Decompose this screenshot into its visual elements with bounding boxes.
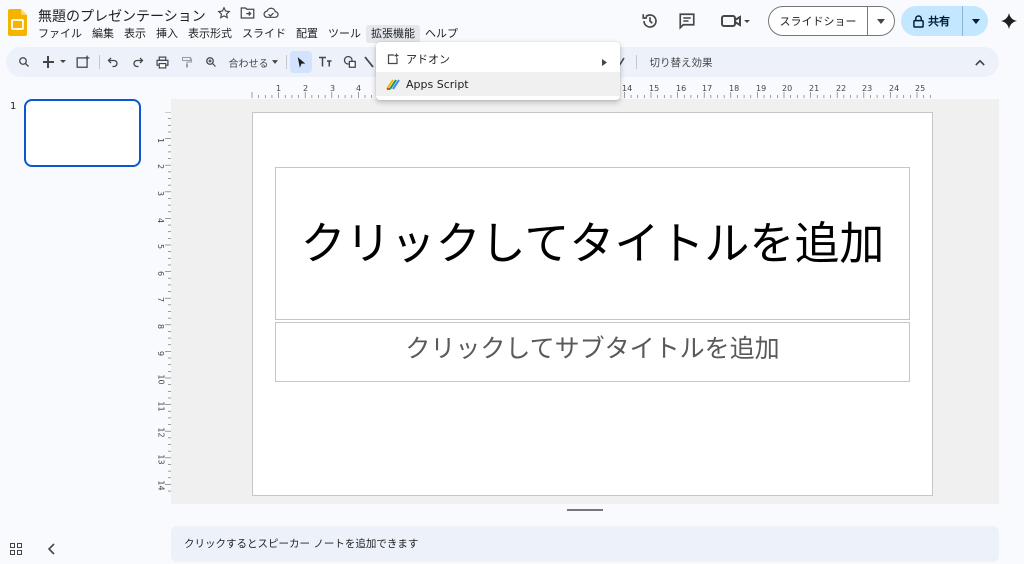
ruler-label: 8 [156, 323, 166, 330]
share-options-icon[interactable] [962, 6, 988, 36]
ruler-label: 11 [156, 401, 166, 412]
search-menus-icon[interactable] [16, 53, 32, 71]
ruler-label: 17 [702, 84, 713, 93]
move-to-folder-icon[interactable] [239, 6, 255, 22]
title-placeholder-text: クリックしてタイトルを追加 [300, 216, 885, 270]
line-tool-icon[interactable] [364, 53, 374, 71]
add-on-icon [387, 53, 399, 65]
menu-slide[interactable]: スライド [237, 25, 291, 43]
ruler-label: 2 [156, 163, 166, 170]
ruler-label: 10 [156, 374, 166, 385]
vertical-ruler-labels: 1 2 3 4 5 6 7 8 9 10 11 12 13 14 [156, 112, 170, 496]
new-slide-layout-icon[interactable] [74, 53, 92, 71]
transition-button[interactable]: 切り替え効果 [646, 53, 716, 71]
title-placeholder-box[interactable]: クリックしてタイトルを追加 [275, 167, 910, 320]
zoom-icon[interactable] [203, 53, 219, 71]
version-history-icon[interactable] [637, 8, 663, 34]
ruler-label: 1 [156, 137, 166, 144]
transition-label: 切り替え効果 [649, 56, 713, 69]
ruler-label: 9 [156, 350, 166, 357]
menu-bar: ファイル 編集 表示 挿入 表示形式 スライド 配置 ツール 拡張機能 ヘルプ [33, 25, 463, 43]
zoom-fit-dropdown[interactable]: 合わせる [226, 53, 280, 71]
ruler-label: 3 [156, 190, 166, 197]
speaker-notes-placeholder: クリックするとスピーカー ノートを追加できます [184, 538, 419, 550]
undo-icon[interactable] [105, 53, 121, 71]
ruler-label: 19 [756, 84, 767, 93]
subtitle-placeholder-text: クリックしてサブタイトルを追加 [405, 334, 780, 363]
ruler-label: 3 [330, 84, 336, 93]
slideshow-button[interactable]: スライドショー [768, 6, 895, 36]
ruler-label: 20 [782, 84, 793, 93]
ruler-label: 18 [729, 84, 740, 93]
print-icon[interactable] [154, 53, 170, 71]
gemini-icon[interactable] [996, 8, 1022, 34]
extensions-dropdown: アドオン Apps Script [376, 42, 620, 100]
addon-label: アドオン [406, 53, 450, 66]
collapse-filmstrip-icon[interactable] [47, 540, 64, 556]
menu-insert[interactable]: 挿入 [151, 25, 183, 43]
ruler-label: 15 [649, 84, 660, 93]
share-button[interactable]: 共有 [901, 6, 988, 36]
menu-edit[interactable]: 編集 [87, 25, 119, 43]
slideshow-options-icon[interactable] [867, 7, 894, 35]
ruler-label: 2 [303, 84, 309, 93]
menu-file[interactable]: ファイル [33, 25, 87, 43]
meet-call-button[interactable] [716, 8, 754, 34]
menu-format[interactable]: 表示形式 [183, 25, 237, 43]
collapse-toolbar-icon[interactable] [972, 53, 988, 71]
share-label: 共有 [928, 15, 950, 28]
ruler-label: 22 [836, 84, 847, 93]
ruler-label: 4 [356, 84, 362, 93]
cloud-status-icon[interactable] [263, 6, 279, 22]
text-box-icon[interactable] [316, 53, 334, 71]
speaker-notes-box[interactable]: クリックするとスピーカー ノートを追加できます [171, 526, 999, 562]
zoom-fit-label: 合わせる [228, 58, 269, 70]
ruler-label: 7 [156, 296, 166, 303]
ruler-label: 23 [862, 84, 873, 93]
submenu-arrow-icon [602, 56, 607, 69]
insert-image-shape-icon[interactable] [341, 53, 359, 71]
addon-menu-item[interactable]: アドオン [376, 47, 620, 71]
ruler-label: 5 [156, 243, 166, 250]
apps-script-label: Apps Script [406, 77, 469, 91]
new-slide-button[interactable] [42, 53, 68, 71]
apps-script-icon [386, 78, 400, 90]
redo-icon[interactable] [130, 53, 146, 71]
slides-logo-icon[interactable] [8, 9, 27, 36]
lock-icon [913, 14, 924, 28]
star-icon[interactable] [216, 6, 232, 22]
slide-number: 1 [10, 101, 17, 112]
ruler-label: 21 [809, 84, 820, 93]
comments-icon[interactable] [674, 8, 700, 34]
ruler-label: 6 [156, 270, 166, 277]
share-main[interactable]: 共有 [901, 13, 962, 29]
document-title[interactable]: 無題のプレゼンテーション [38, 6, 206, 26]
ruler-label: 4 [156, 217, 166, 224]
apps-script-menu-item[interactable]: Apps Script [376, 72, 620, 96]
ruler-label: 14 [622, 84, 633, 93]
ruler-label: 16 [676, 84, 687, 93]
menu-view[interactable]: 表示 [119, 25, 151, 43]
select-tool-icon[interactable] [290, 51, 312, 73]
grid-view-icon[interactable] [10, 540, 26, 556]
menu-tools[interactable]: ツール [323, 25, 366, 43]
menu-extensions[interactable]: 拡張機能 [366, 25, 420, 43]
slideshow-label: スライドショー [779, 15, 857, 28]
ruler-label: 12 [156, 427, 166, 438]
notes-resize-handle[interactable] [567, 509, 603, 511]
ruler-label: 1 [276, 84, 282, 93]
menu-arrange[interactable]: 配置 [291, 25, 323, 43]
ruler-label: 24 [889, 84, 900, 93]
slide-thumbnail[interactable] [24, 99, 141, 167]
ruler-label: 25 [915, 84, 926, 93]
ruler-label: 14 [156, 480, 166, 491]
subtitle-placeholder-box[interactable]: クリックしてサブタイトルを追加 [275, 322, 910, 382]
menu-help[interactable]: ヘルプ [420, 25, 463, 43]
paint-format-icon[interactable] [179, 53, 195, 71]
ruler-label: 13 [156, 454, 166, 465]
